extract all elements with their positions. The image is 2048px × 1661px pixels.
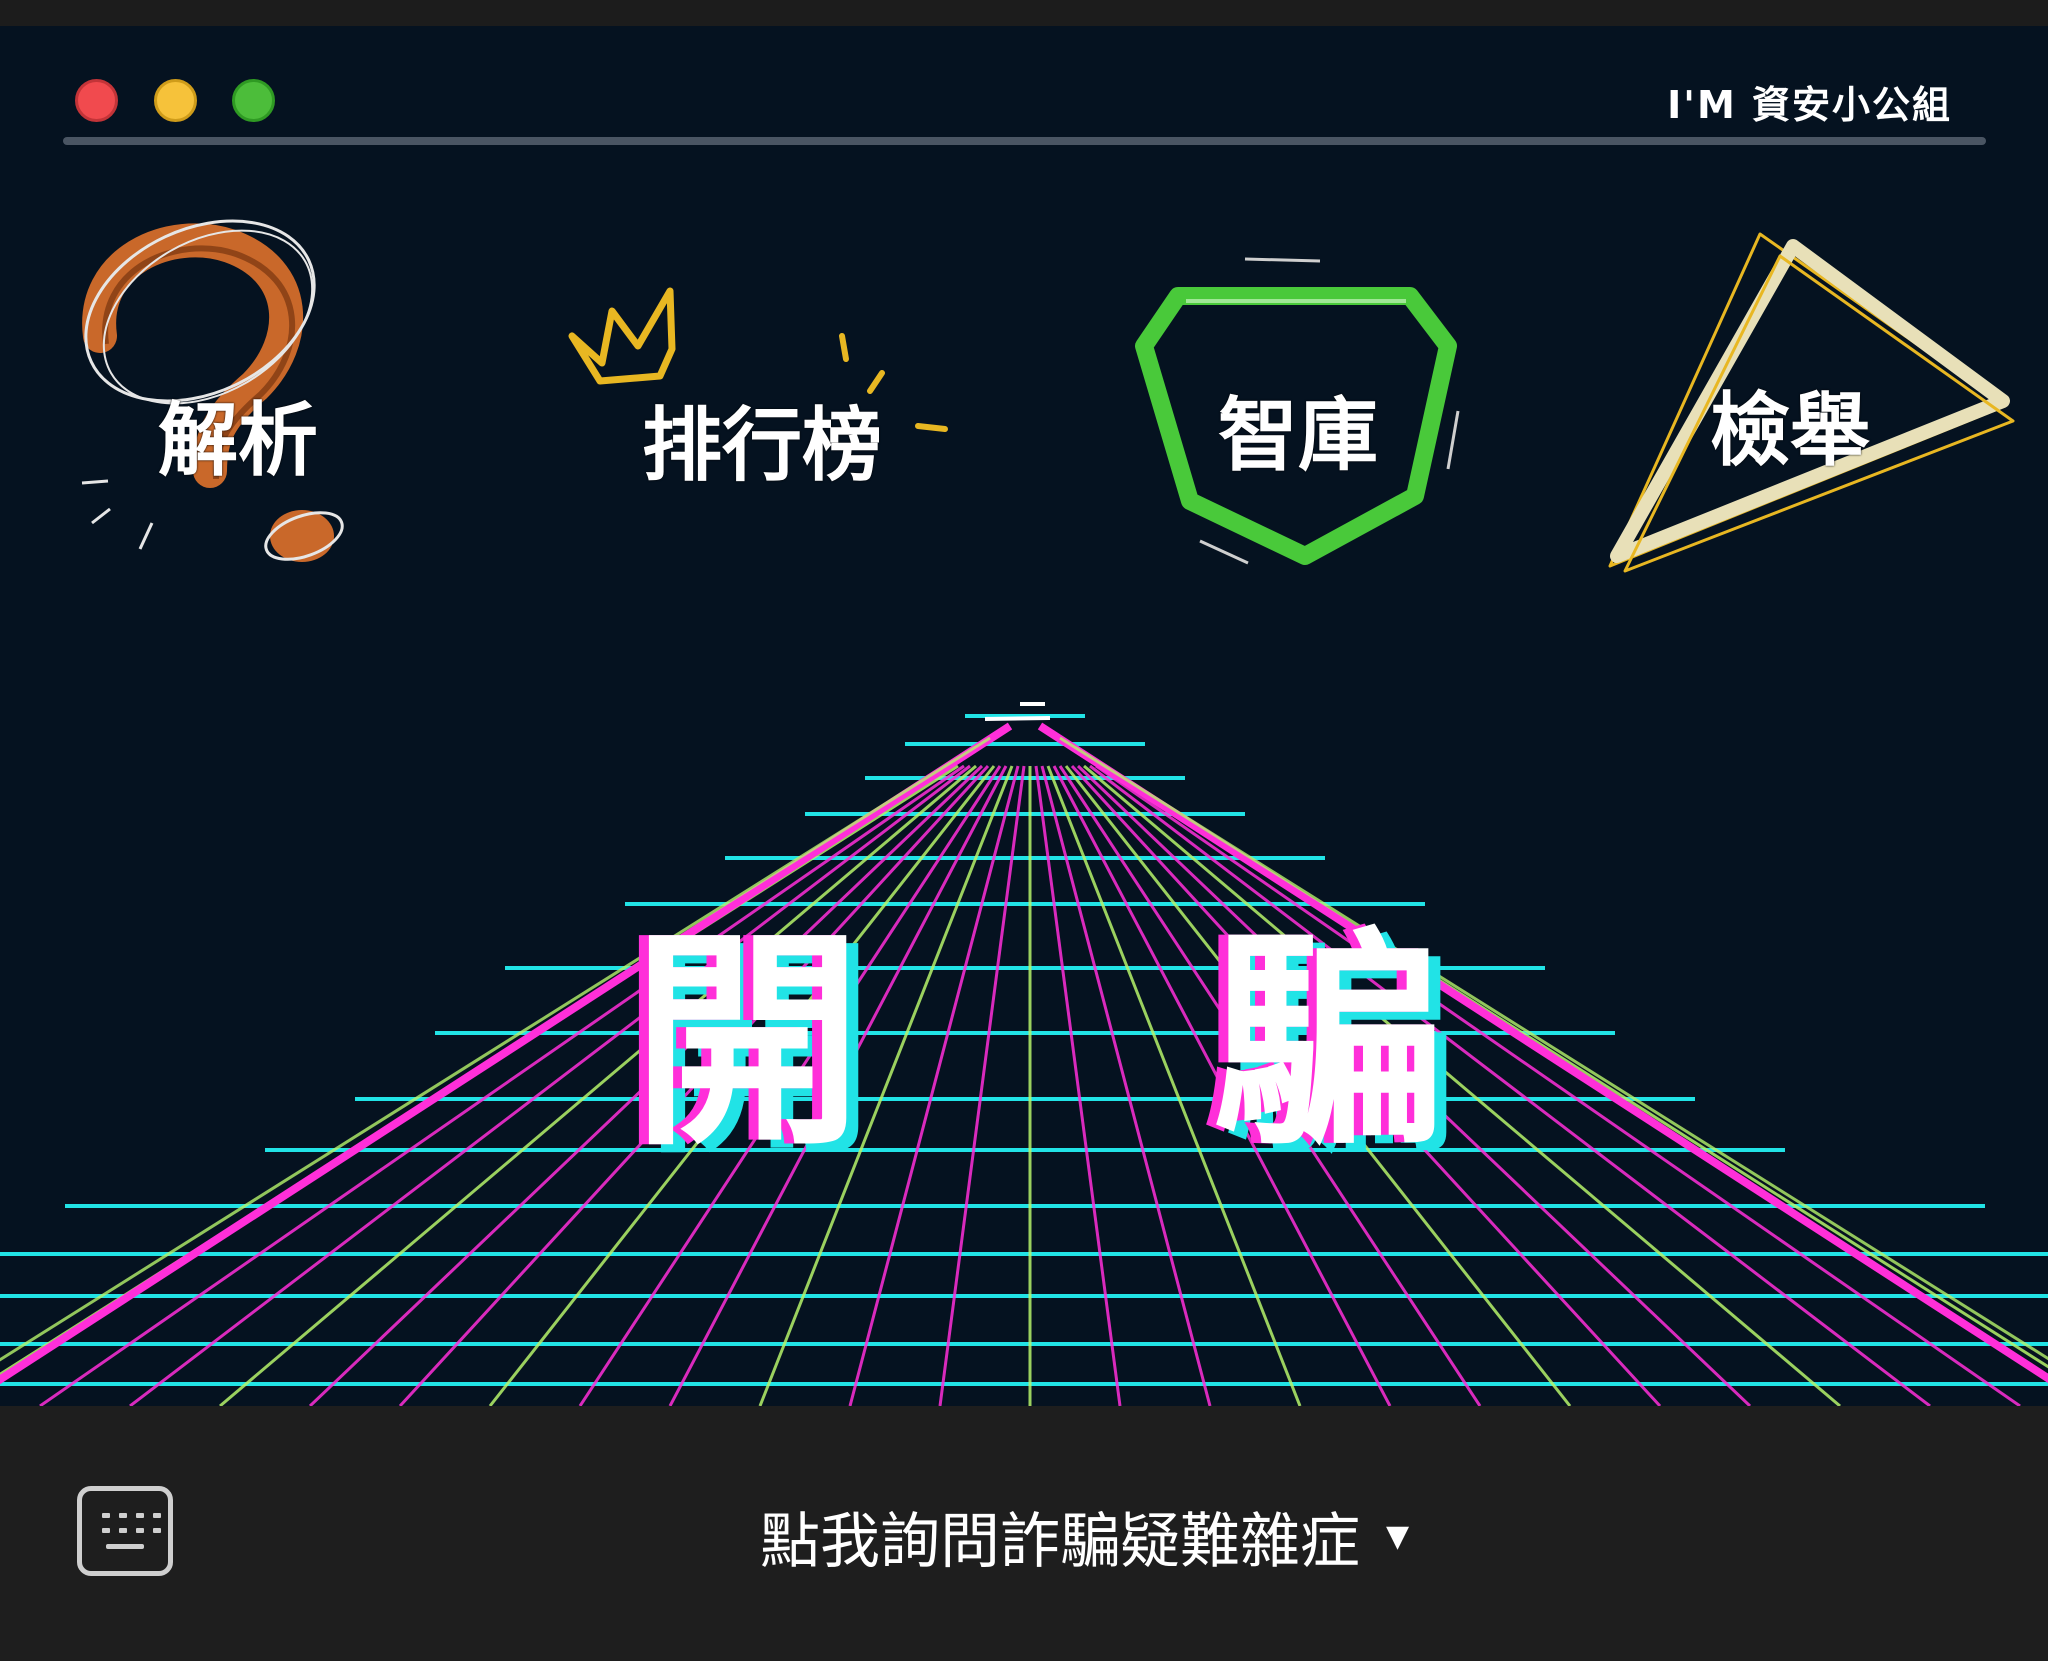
nav-library-button[interactable]: 智庫 — [1130, 251, 1470, 571]
grid-horizon-dash — [984, 716, 1051, 721]
nav-ranking-label: 排行榜 — [642, 399, 882, 492]
app-screen: I'M 資安小公組 解析 排行榜 智庫 檢舉 開 騙 點我詢問詐騙疑難雜症 ▼ — [0, 0, 2048, 1661]
app-canvas: I'M 資安小公組 解析 排行榜 智庫 檢舉 開 騙 — [0, 26, 2048, 1406]
nav-analysis-button[interactable]: 解析 — [60, 219, 360, 581]
grid-vertical-line — [219, 764, 977, 1406]
faq-menu-button[interactable]: 點我詢問詐騙疑難雜症 ▼ — [760, 1501, 1410, 1577]
grid-right-rail — [1037, 722, 2048, 1383]
faq-menu-label: 點我詢問詐騙疑難雜症 — [760, 1506, 1360, 1577]
grid-vertical-line — [848, 765, 1020, 1406]
grid-vertical-line — [1083, 764, 1841, 1406]
nav-report-button[interactable]: 檢舉 — [1585, 226, 2015, 586]
nav-ranking-button[interactable]: 排行榜 — [560, 281, 960, 521]
grid-vertical-line — [938, 765, 1026, 1406]
nav-library-label: 智庫 — [1218, 389, 1378, 482]
status-strip — [0, 0, 2048, 26]
nav-analysis-label: 解析 — [158, 394, 318, 487]
hero-title-char-1: 開 — [632, 910, 863, 1177]
hero-title-char-2: 騙 — [1212, 910, 1443, 1177]
grid-vertical-line — [1040, 765, 1212, 1406]
nav-report-label: 檢舉 — [1710, 384, 1870, 477]
grid-vertical-line — [1034, 765, 1122, 1406]
bottom-bar: 點我詢問詐騙疑難雜症 ▼ — [0, 1406, 2048, 1661]
keyboard-toggle-button[interactable] — [77, 1486, 173, 1576]
caret-down-icon: ▼ — [1386, 1518, 1410, 1554]
